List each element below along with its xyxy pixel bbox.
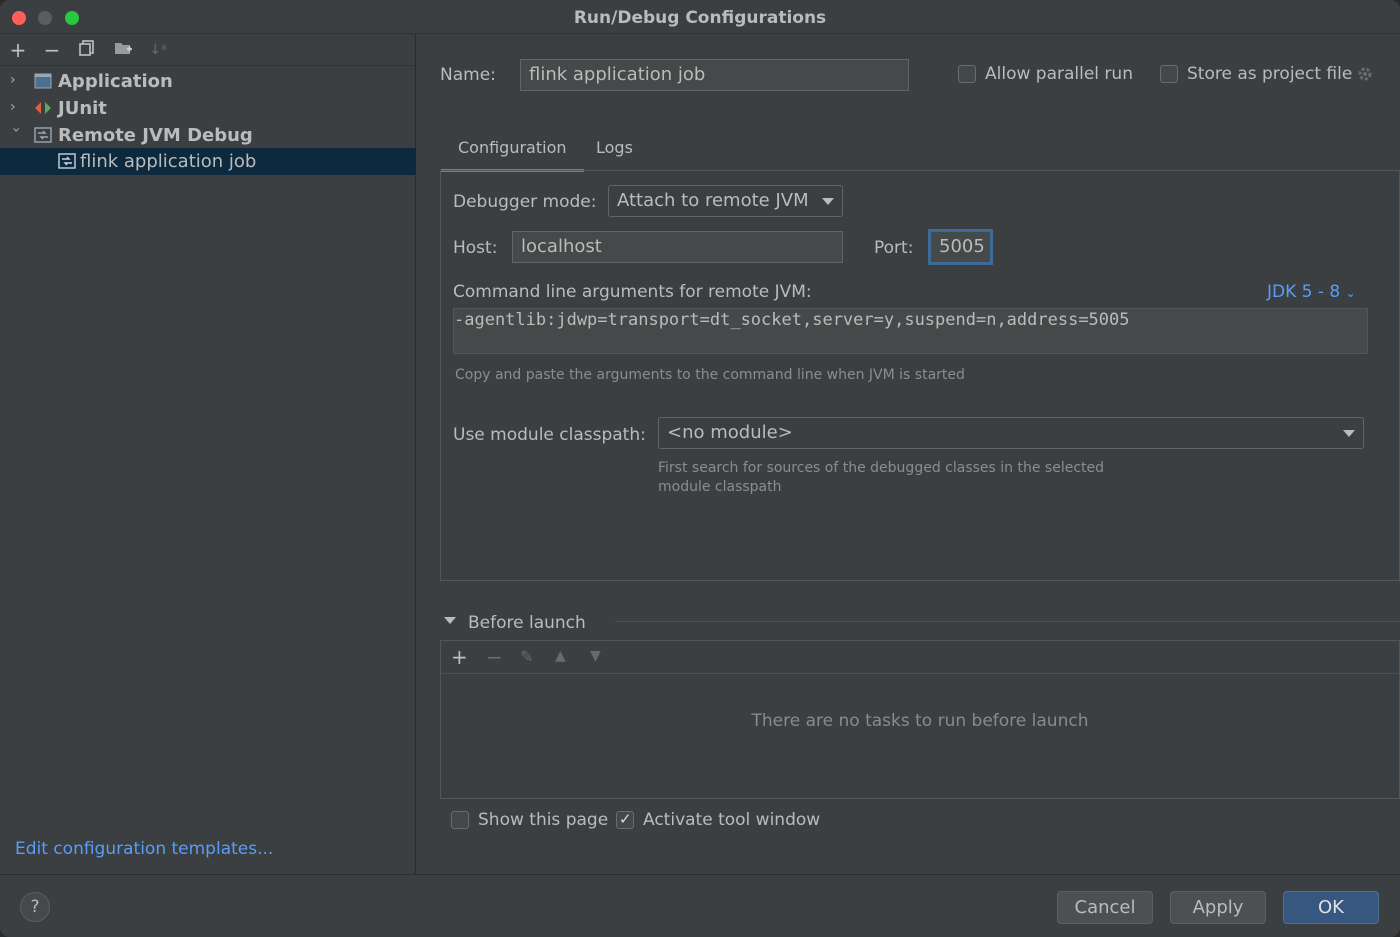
tree-item-flink-application-job[interactable]: flink application job [0, 148, 416, 175]
remove-icon[interactable]: − [40, 38, 64, 62]
collapse-triangle-icon[interactable] [444, 617, 456, 624]
move-down-icon[interactable]: ▼ [590, 648, 601, 664]
cmd-args-hint: Copy and paste the arguments to the comm… [455, 367, 965, 383]
module-classpath-value: <no module> [667, 422, 793, 443]
tree-item-junit[interactable]: › JUnit [0, 95, 416, 122]
chevron-down-icon[interactable]: › [8, 127, 24, 141]
debugger-mode-label: Debugger mode: [453, 192, 597, 212]
before-launch-panel: + − ✎ ▲ ▼ There are no tasks to run befo… [440, 640, 1400, 799]
cmd-args-value: -agentlib:jdwp=transport=dt_socket,serve… [454, 310, 1130, 330]
module-classpath-select[interactable]: <no module> [658, 417, 1364, 449]
module-classpath-label: Use module classpath: [453, 425, 646, 445]
debugger-mode-select[interactable]: Attach to remote JVM [608, 185, 843, 217]
add-icon[interactable]: + [6, 38, 30, 62]
before-launch-title: Before launch [468, 613, 586, 633]
remove-task-icon[interactable]: − [486, 645, 503, 669]
tree-toolbar: + − ↓ᵃ [0, 34, 416, 66]
title-bar: Run/Debug Configurations [0, 0, 1400, 34]
tree-item-label: flink application job [80, 151, 257, 172]
sort-icon[interactable]: ↓ᵃ [146, 38, 170, 62]
dialog-footer: ? Cancel Apply OK [0, 874, 1400, 937]
edit-task-icon[interactable]: ✎ [520, 647, 533, 666]
port-label: Port: [874, 238, 914, 258]
add-task-icon[interactable]: + [451, 645, 468, 669]
new-folder-icon[interactable] [111, 38, 135, 62]
before-launch-toolbar: + − ✎ ▲ ▼ [441, 641, 1399, 674]
allow-parallel-checkbox[interactable] [958, 65, 976, 83]
tree-item-label: JUnit [58, 98, 107, 119]
allow-parallel-label: Allow parallel run [985, 64, 1133, 84]
tree-item-label: Remote JVM Debug [58, 125, 253, 146]
window-title: Run/Debug Configurations [573, 8, 827, 28]
chevron-down-icon [1343, 430, 1355, 437]
config-tree-pane: + − ↓ᵃ › Application › JUnit › Remote JV… [0, 34, 416, 874]
remote-debug-icon [34, 127, 52, 143]
no-tasks-message: There are no tasks to run before launch [751, 711, 1089, 731]
remote-debug-icon [58, 153, 76, 169]
jdk-version-link[interactable]: JDK 5 - 8 ⌄ [1267, 282, 1356, 302]
host-field[interactable]: localhost [512, 231, 843, 263]
name-label: Name: [440, 65, 496, 85]
chevron-down-icon [822, 198, 834, 205]
name-field[interactable]: flink application job [520, 59, 909, 91]
port-field[interactable]: 5005 [929, 230, 992, 264]
debugger-mode-value: Attach to remote JVM [617, 190, 809, 211]
module-hint-line-1: First search for sources of the debugged… [658, 460, 1105, 476]
copy-icon[interactable] [75, 38, 99, 62]
module-hint-line-2: module classpath [658, 479, 782, 495]
store-project-file-label: Store as project file [1187, 64, 1353, 84]
host-label: Host: [453, 238, 498, 258]
chevron-right-icon[interactable]: › [10, 72, 24, 88]
activate-tool-window-label: Activate tool window [643, 810, 821, 830]
application-icon [34, 73, 52, 89]
chevron-right-icon[interactable]: › [10, 99, 24, 115]
junit-icon [34, 100, 52, 116]
before-launch-header[interactable]: Before launch [440, 609, 1400, 633]
cancel-button[interactable]: Cancel [1057, 891, 1153, 924]
jdk-version-label: JDK 5 - 8 [1267, 282, 1341, 302]
move-up-icon[interactable]: ▲ [555, 648, 566, 664]
tree-item-application[interactable]: › Application [0, 68, 416, 95]
divider [615, 621, 1400, 622]
ok-button[interactable]: OK [1283, 891, 1379, 924]
configuration-panel: Debugger mode: Attach to remote JVM Host… [440, 170, 1400, 581]
gear-icon[interactable] [1356, 65, 1374, 88]
tree-item-label: Application [58, 71, 173, 92]
chevron-down-icon: ⌄ [1345, 286, 1356, 300]
edit-configuration-templates-link[interactable]: Edit configuration templates... [15, 839, 273, 859]
show-this-page-checkbox[interactable] [451, 811, 469, 829]
tab-configuration[interactable]: Configuration [441, 138, 584, 172]
store-project-file-checkbox[interactable] [1160, 65, 1178, 83]
show-this-page-label: Show this page [478, 810, 609, 830]
run-debug-dialog: Run/Debug Configurations + − ↓ᵃ › Applic… [0, 0, 1400, 937]
cmd-args-label: Command line arguments for remote JVM: [453, 282, 812, 302]
tab-logs[interactable]: Logs [579, 138, 650, 172]
config-detail-pane: Name: flink application job Allow parall… [417, 34, 1400, 874]
tree-item-remote-jvm-debug[interactable]: › Remote JVM Debug [0, 122, 416, 149]
cmd-args-field[interactable]: -agentlib:jdwp=transport=dt_socket,serve… [453, 308, 1368, 354]
activate-tool-window-checkbox[interactable] [616, 810, 634, 829]
help-button[interactable]: ? [20, 892, 50, 922]
apply-button[interactable]: Apply [1170, 891, 1266, 924]
